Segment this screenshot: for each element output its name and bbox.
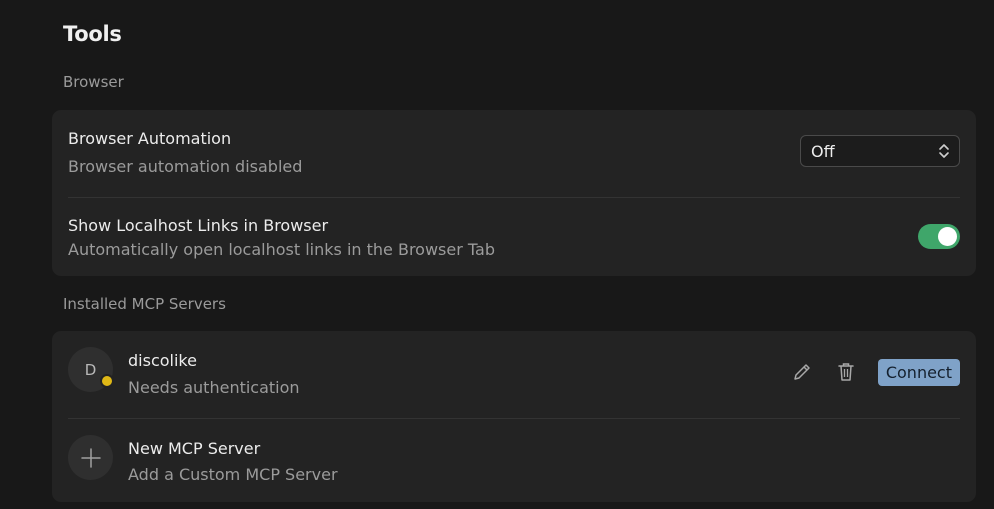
new-server-title: New MCP Server: [128, 439, 261, 458]
chevron-up-down-icon: [939, 144, 949, 158]
localhost-links-title: Show Localhost Links in Browser: [68, 216, 329, 235]
pencil-icon: [794, 364, 810, 380]
new-server-subtitle: Add a Custom MCP Server: [128, 465, 338, 484]
localhost-links-toggle[interactable]: [918, 224, 960, 249]
section-label-mcp: Installed MCP Servers: [63, 295, 226, 313]
status-indicator-dot: [100, 374, 114, 388]
connect-button[interactable]: Connect: [877, 359, 960, 386]
delete-server-button[interactable]: [834, 360, 858, 384]
toggle-knob: [938, 227, 957, 246]
add-server-avatar: [68, 435, 113, 480]
server-status: Needs authentication: [128, 378, 300, 397]
row-divider: [68, 197, 960, 198]
browser-automation-row: Browser Automation Browser automation di…: [52, 110, 976, 197]
server-name: discolike: [128, 351, 197, 370]
page-title: Tools: [63, 22, 122, 46]
new-mcp-server-row[interactable]: New MCP Server Add a Custom MCP Server: [52, 419, 976, 502]
trash-icon: [838, 363, 854, 381]
browser-automation-title: Browser Automation: [68, 129, 232, 148]
browser-settings-card: Browser Automation Browser automation di…: [52, 110, 976, 276]
edit-server-button[interactable]: [790, 360, 814, 384]
section-label-browser: Browser: [63, 73, 124, 91]
server-avatar: D: [68, 347, 114, 392]
server-avatar-initial: D: [84, 360, 97, 379]
mcp-server-row: D discolike Needs authentication Connect: [52, 331, 976, 418]
localhost-links-subtitle: Automatically open localhost links in th…: [68, 240, 495, 259]
mcp-servers-card: D discolike Needs authentication Connect…: [52, 331, 976, 502]
browser-automation-subtitle: Browser automation disabled: [68, 157, 303, 176]
tools-settings-page: Tools Browser Browser Automation Browser…: [0, 0, 994, 509]
browser-automation-select-value: Off: [811, 141, 835, 161]
browser-automation-select[interactable]: Off: [800, 135, 960, 167]
plus-icon: [80, 447, 101, 468]
